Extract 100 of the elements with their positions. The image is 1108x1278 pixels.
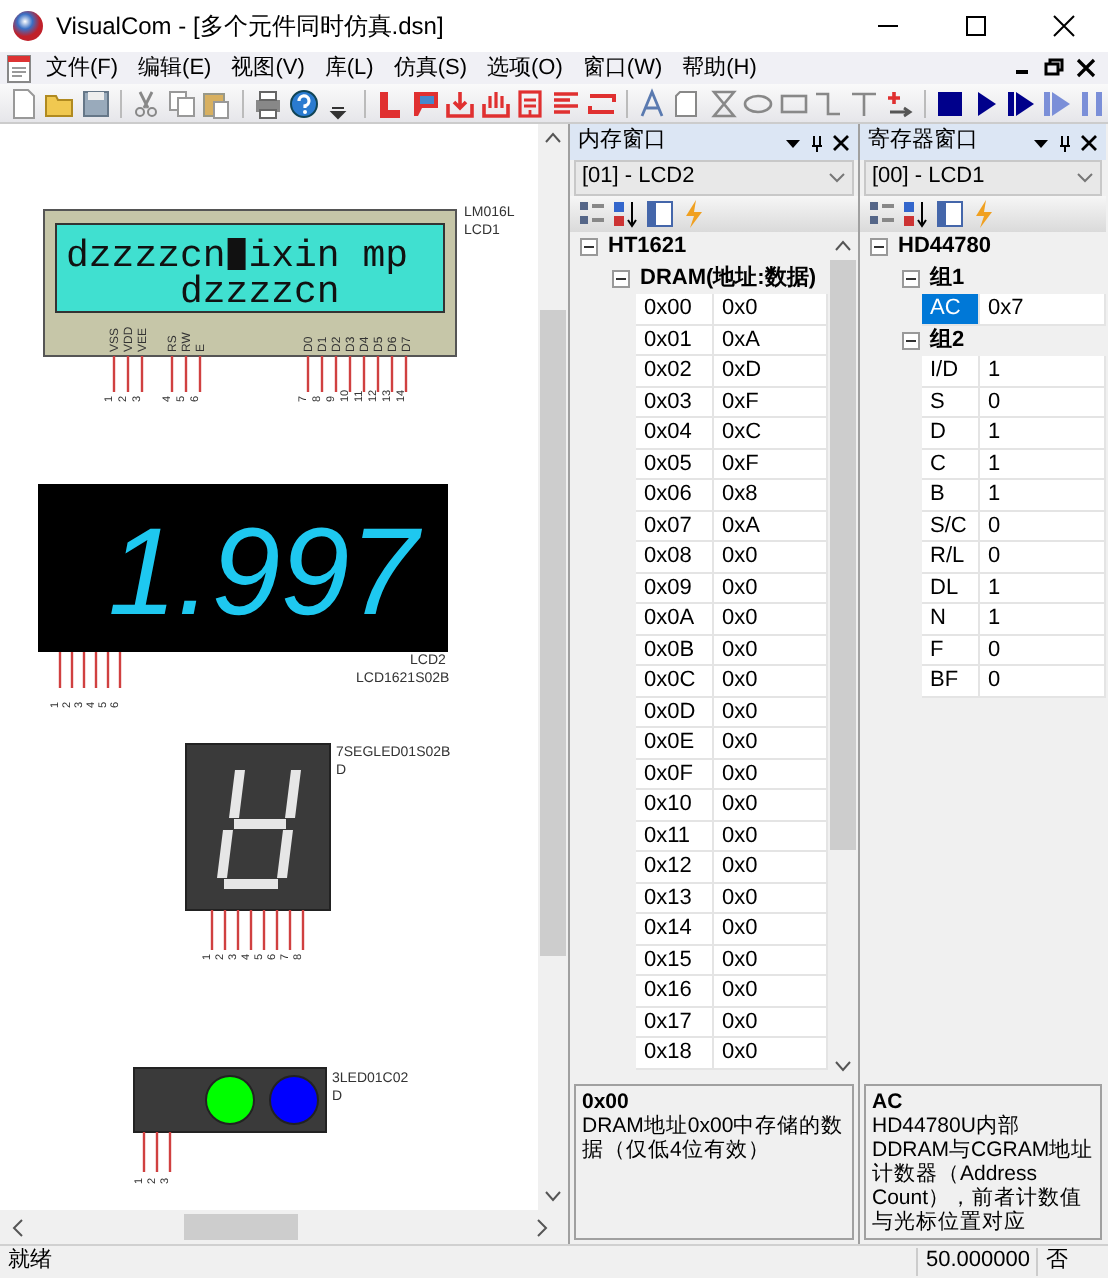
property-name[interactable]: BF <box>922 666 980 697</box>
chip-icon[interactable] <box>479 87 512 119</box>
property-name[interactable]: N <box>922 604 980 635</box>
pin-icon[interactable] <box>1056 133 1074 151</box>
property-name[interactable]: 0x09 <box>636 573 714 604</box>
step-icon[interactable] <box>1004 87 1037 119</box>
menu-item[interactable]: 编辑(E) <box>128 52 222 84</box>
property-name[interactable]: B <box>922 480 980 511</box>
paste-icon[interactable] <box>200 87 233 119</box>
save-icon[interactable] <box>79 87 112 119</box>
menu-item[interactable]: 文件(F) <box>36 52 129 84</box>
t-line-icon[interactable] <box>848 87 880 119</box>
close-icon[interactable] <box>1076 56 1096 80</box>
scroll-thumb[interactable] <box>184 1214 298 1240</box>
pin-leads <box>58 652 122 688</box>
menu-item[interactable]: 帮助(H) <box>672 52 767 84</box>
close-icon[interactable] <box>1080 133 1098 151</box>
menu-item[interactable]: 视图(V) <box>221 52 315 84</box>
tree-node[interactable]: HD44780 <box>898 234 991 261</box>
property-value: 0x0 <box>714 1007 828 1038</box>
property-name[interactable]: 0x0E <box>636 728 714 759</box>
property-value: 1 <box>980 480 1106 511</box>
property-page-icon[interactable] <box>646 200 674 228</box>
property-name[interactable]: 0x12 <box>636 852 714 883</box>
property-name[interactable]: 0x05 <box>636 449 714 480</box>
app-icon <box>12 10 44 42</box>
stop-icon[interactable] <box>934 87 967 119</box>
property-name[interactable]: C <box>922 449 980 480</box>
add-arrow-icon[interactable] <box>883 87 916 119</box>
property-name[interactable]: 0x01 <box>636 325 714 356</box>
selector-dropdown[interactable]: [01] - LCD2 <box>574 160 854 196</box>
property-name[interactable]: 0x11 <box>636 821 714 852</box>
tree-node[interactable]: 组1 <box>930 265 965 292</box>
text-tool-icon[interactable] <box>636 87 669 119</box>
list-icon[interactable] <box>514 87 547 119</box>
categorized-icon[interactable] <box>868 200 896 228</box>
property-value: 1 <box>980 418 1106 449</box>
flag-icon[interactable] <box>409 87 442 119</box>
selector-dropdown[interactable]: [00] - LCD1 <box>864 160 1102 196</box>
property-name[interactable]: 0x04 <box>636 418 714 449</box>
menu-item[interactable]: 窗口(W) <box>572 52 673 84</box>
tree-node[interactable]: HT1621 <box>608 234 687 261</box>
collapse-icon[interactable] <box>902 269 920 288</box>
property-name[interactable]: 0x06 <box>636 480 714 511</box>
print-icon[interactable] <box>252 87 285 119</box>
property-name[interactable]: 0x0B <box>636 635 714 666</box>
restore-icon[interactable] <box>1044 56 1064 80</box>
property-name[interactable]: D <box>922 418 980 449</box>
property-name[interactable]: 0x00 <box>636 294 714 325</box>
hourglass-icon[interactable] <box>707 87 739 119</box>
property-value: 0 <box>980 387 1106 418</box>
property-name[interactable]: F <box>922 635 980 666</box>
property-name[interactable]: 0x14 <box>636 914 714 945</box>
property-name[interactable]: R/L <box>922 542 980 573</box>
property-name[interactable]: 0x07 <box>636 511 714 542</box>
property-value: 0x8 <box>714 480 828 511</box>
menu-item[interactable]: 库(L) <box>314 52 384 84</box>
bars-icon[interactable] <box>550 87 583 119</box>
collapse-icon[interactable] <box>612 269 630 288</box>
polyline-icon[interactable] <box>812 87 845 119</box>
collapse-icon[interactable] <box>902 331 920 350</box>
property-name[interactable]: 0x15 <box>636 945 714 976</box>
sort-icon[interactable] <box>612 200 640 228</box>
property-name[interactable]: I/D <box>922 356 980 387</box>
scroll-thumb[interactable] <box>540 310 567 956</box>
property-value: 0x0 <box>714 852 828 883</box>
property-name[interactable]: 0x0C <box>636 666 714 697</box>
cut-icon[interactable] <box>130 87 163 119</box>
property-name[interactable]: 0x18 <box>636 1038 714 1069</box>
property-name[interactable]: 0x02 <box>636 356 714 387</box>
property-name[interactable]: 0x17 <box>636 1007 714 1038</box>
property-page-icon[interactable] <box>936 200 964 228</box>
tree-node[interactable]: 组2 <box>930 327 965 354</box>
property-name[interactable]: 0x0D <box>636 697 714 728</box>
close-icon[interactable] <box>832 133 850 151</box>
menu-item[interactable]: 仿真(S) <box>383 52 478 84</box>
property-name[interactable]: S <box>922 387 980 418</box>
categorized-icon[interactable] <box>578 200 606 228</box>
sort-icon[interactable] <box>902 200 930 228</box>
property-name[interactable]: 0x13 <box>636 883 714 914</box>
tree-node[interactable]: DRAM(地址:数据) <box>640 265 816 292</box>
collapse-icon[interactable] <box>870 238 888 257</box>
panel-title: 寄存器窗口 <box>868 128 980 156</box>
property-name[interactable]: S/C <box>922 511 980 542</box>
property-name[interactable]: 0x0F <box>636 759 714 790</box>
property-name[interactable]: 0x0A <box>636 604 714 635</box>
scroll-thumb[interactable] <box>830 260 856 850</box>
pin-icon[interactable] <box>808 133 826 151</box>
property-name[interactable]: 0x03 <box>636 387 714 418</box>
copy-icon[interactable] <box>165 87 198 119</box>
menu-item[interactable]: 选项(O) <box>477 52 573 84</box>
property-name[interactable]: 0x10 <box>636 790 714 821</box>
collapse-icon[interactable] <box>580 238 598 257</box>
property-value: 1 <box>980 449 1106 480</box>
property-name[interactable]: AC <box>922 294 980 325</box>
help-icon[interactable] <box>287 87 320 119</box>
property-name[interactable]: 0x16 <box>636 976 714 1007</box>
property-name[interactable]: DL <box>922 573 980 604</box>
property-name[interactable]: 0x08 <box>636 542 714 573</box>
import-icon[interactable] <box>444 87 477 119</box>
